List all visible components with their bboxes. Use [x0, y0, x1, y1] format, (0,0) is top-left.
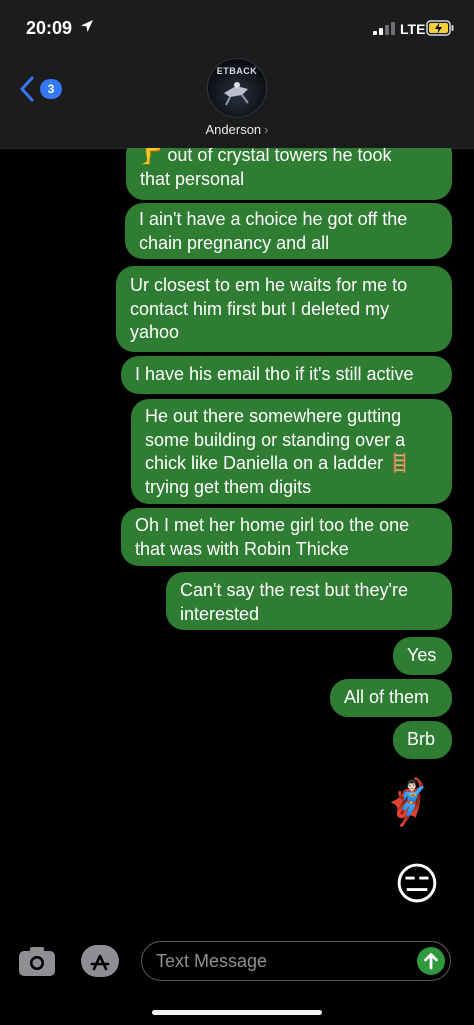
message-bubble[interactable]: Brb — [393, 721, 452, 759]
camera-icon[interactable] — [17, 944, 57, 978]
contact-name: Anderson — [205, 122, 262, 137]
contact-avatar[interactable]: ETBACK — [207, 58, 267, 118]
message-bubble[interactable]: I have his email tho if it's still activ… — [121, 356, 452, 394]
message-line: that personal — [140, 168, 245, 189]
message-line: that was with Robin Thicke — [135, 538, 349, 559]
message-line: He out there somewhere gutting — [145, 406, 402, 426]
network-type: LTE — [400, 21, 426, 37]
message-line: chain pregnancy and all — [139, 232, 330, 253]
message-line: Ur closest to em he waits for me to — [130, 275, 408, 295]
message-list[interactable]: 🦵 out of crystal towers he took that per… — [0, 148, 474, 930]
message-line: Can't say the rest but they're — [180, 580, 408, 600]
message-line: All of them — [344, 687, 430, 707]
battery-charging-icon — [426, 20, 454, 36]
message-line: I have his email tho if it's still activ… — [135, 364, 414, 384]
unread-count-badge: 3 — [40, 79, 62, 99]
message-bubble[interactable]: All of them — [330, 679, 452, 717]
home-indicator[interactable] — [152, 1010, 322, 1015]
message-line: interested — [180, 603, 260, 624]
message-line: some building or standing over a — [145, 429, 406, 450]
location-arrow-icon — [81, 20, 93, 32]
chevron-right-icon: › — [264, 122, 269, 137]
arrow-up-icon — [424, 953, 438, 970]
emoji-message-superhero[interactable]: 🦸🏻‍♂️ — [380, 778, 435, 828]
message-bubble[interactable]: Ur closest to em he waits for me to cont… — [116, 266, 452, 352]
message-line: contact him first but I deleted my — [130, 298, 390, 319]
message-bubble[interactable]: Oh I met her home girl too the one that … — [121, 508, 452, 566]
status-bar: 20:09 LTE — [0, 0, 474, 50]
text-field-placeholder: Text Message — [156, 951, 268, 971]
message-line: I ain't have a choice he got off the — [139, 209, 408, 229]
message-bubble[interactable]: Can't say the rest but they're intereste… — [166, 572, 452, 630]
message-line: trying get them digits — [145, 476, 312, 497]
message-line: Brb — [407, 729, 436, 749]
emoji-message-expressionless[interactable]: 😑 — [394, 860, 440, 910]
chevron-left-icon — [20, 76, 34, 102]
message-input-bar: Text Message — [0, 930, 474, 1025]
message-bubble[interactable]: Yes — [393, 637, 452, 675]
message-line: Oh I met her home girl too the one — [135, 515, 410, 535]
message-line: chick like Daniella on a ladder 🪜 — [145, 453, 411, 473]
back-button[interactable]: 3 — [18, 74, 70, 104]
message-text-field[interactable]: Text Message — [141, 941, 451, 981]
contact-name-link[interactable]: Anderson › — [0, 122, 474, 137]
signal-strength-icon — [373, 22, 395, 35]
app-store-icon[interactable] — [79, 944, 121, 978]
send-button[interactable] — [417, 947, 445, 975]
message-bubble[interactable]: 🦵 out of crystal towers he took that per… — [126, 148, 452, 200]
message-line: yahoo — [130, 322, 180, 342]
avatar-figure-icon — [224, 82, 249, 106]
message-bubble[interactable]: He out there somewhere gutting some buil… — [131, 399, 452, 504]
status-time: 20:09 — [26, 18, 73, 38]
message-line: Yes — [407, 645, 437, 665]
conversation-header: 3 ETBACK Anderson › — [0, 50, 474, 149]
message-line: 🦵 out of crystal towers he took — [140, 148, 392, 165]
message-bubble[interactable]: I ain't have a choice he got off the cha… — [125, 203, 452, 259]
